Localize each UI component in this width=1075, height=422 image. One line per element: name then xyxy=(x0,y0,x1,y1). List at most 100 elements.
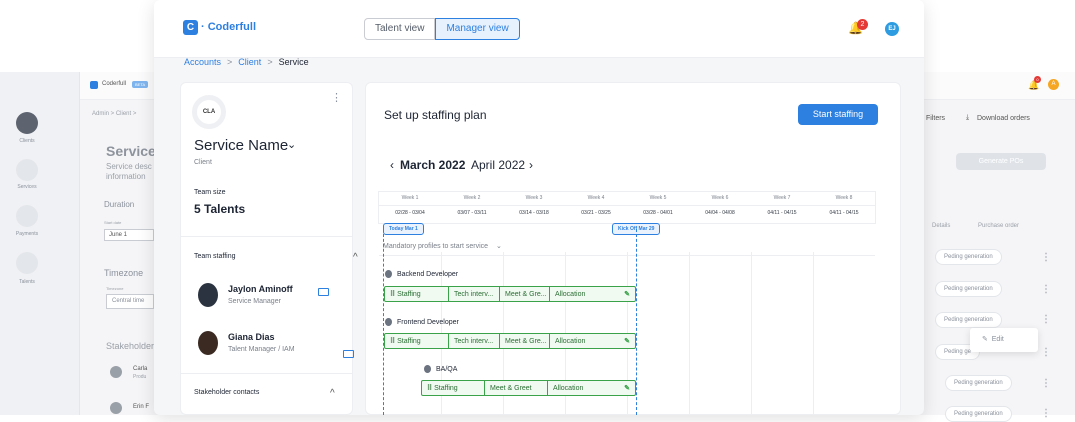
role-timeline[interactable]: ⠿ Staffing Tech interv... Meet & Gre... … xyxy=(384,286,636,302)
nav-clients[interactable]: Clients xyxy=(0,138,54,144)
breadcrumb-separator: > xyxy=(227,57,233,67)
nav-services[interactable]: Services xyxy=(0,184,54,190)
week-range: 03/21 - 03/25 xyxy=(581,210,611,216)
start-staffing-button[interactable]: Start staffing xyxy=(798,104,878,125)
person-icon xyxy=(385,318,392,326)
divider xyxy=(181,373,352,374)
row-menu-icon[interactable]: ⋮ xyxy=(1041,252,1051,263)
grid-column-line xyxy=(813,252,814,415)
mail-icon[interactable] xyxy=(318,288,329,296)
member-avatar xyxy=(198,331,218,355)
stage-meet-greet[interactable]: Meet & Gre... xyxy=(500,334,550,348)
mandatory-label[interactable]: Mandatory profiles to start service xyxy=(383,243,488,250)
bg-stakeholder-2-name: Erin F xyxy=(133,404,150,410)
header-divider xyxy=(379,205,875,206)
stage-tech-interview[interactable]: Tech interv... xyxy=(449,287,500,301)
person-icon xyxy=(424,365,431,373)
edit-menu-item[interactable]: Edit xyxy=(992,336,1004,343)
stakeholder-contacts-label: Stakeholder contacts xyxy=(194,389,260,396)
week-label: Week 2 xyxy=(463,195,481,201)
row-menu-icon[interactable]: ⋮ xyxy=(1041,314,1051,325)
stage-staffing[interactable]: ⠿ Staffing xyxy=(385,287,449,301)
bg-user-avatar[interactable]: A xyxy=(1048,79,1059,90)
breadcrumb-client[interactable]: Client xyxy=(238,57,261,67)
bg-avatar-2 xyxy=(110,402,122,414)
row-menu-icon[interactable]: ⋮ xyxy=(1041,284,1051,295)
edit-icon[interactable]: ✎ xyxy=(624,384,630,392)
breadcrumb-accounts[interactable]: Accounts xyxy=(184,57,221,67)
stage-meet-greet[interactable]: Meet & Greet xyxy=(485,381,548,395)
stage-allocation[interactable]: Allocation ✎ xyxy=(550,287,635,301)
edit-icon[interactable]: ✎ xyxy=(624,290,630,298)
user-avatar[interactable]: EJ xyxy=(885,22,899,36)
talents-icon[interactable] xyxy=(16,252,38,274)
role-timeline[interactable]: ⠿ Staffing Tech interv... Meet & Gre... … xyxy=(384,333,636,349)
edit-menu[interactable]: ✎ Edit xyxy=(970,328,1038,352)
bg-stakeholders-label: Stakeholder xyxy=(106,341,155,351)
edit-icon[interactable]: ✎ xyxy=(624,337,630,345)
role-label: Backend Developer xyxy=(385,270,458,278)
week-label: Week 4 xyxy=(587,195,605,201)
stage-staffing[interactable]: ⠿ Staffing xyxy=(422,381,485,395)
drag-handle-icon[interactable]: ⠿ xyxy=(427,384,432,392)
pencil-icon: ✎ xyxy=(982,336,988,343)
bg-logo-icon xyxy=(90,81,98,89)
week-range: 03/28 - 04/01 xyxy=(643,210,673,216)
stage-allocation[interactable]: Allocation ✎ xyxy=(550,334,635,348)
member-name: Jaylon Aminoff xyxy=(228,284,293,294)
team-staffing-label: Team staffing xyxy=(194,253,236,260)
next-month[interactable]: April 2022 xyxy=(471,158,525,172)
role-label: Frontend Developer xyxy=(385,318,459,326)
week-label: Week 8 xyxy=(835,195,853,201)
member-avatar xyxy=(198,283,218,307)
bg-breadcrumb[interactable]: Admin > Client > xyxy=(92,111,136,117)
chevron-left-icon[interactable]: ‹ xyxy=(390,158,394,172)
download-icon: ⤓ xyxy=(966,114,970,121)
services-icon[interactable] xyxy=(16,159,38,181)
chevron-down-icon[interactable]: ⌄ xyxy=(287,138,296,151)
bg-download-button[interactable]: Download orders xyxy=(977,115,1030,122)
team-size-value: 5 Talents xyxy=(194,202,246,216)
row-menu-icon[interactable]: ⋮ xyxy=(1041,347,1051,358)
stage-meet-greet[interactable]: Meet & Gre... xyxy=(500,287,550,301)
stage-staffing[interactable]: ⠿ Staffing xyxy=(385,334,449,348)
week-range: 04/11 - 04/15 xyxy=(829,210,859,216)
bg-filters-button[interactable]: Filters xyxy=(926,115,945,122)
today-line xyxy=(383,229,384,415)
talent-view-tab[interactable]: Talent view xyxy=(364,18,436,40)
manager-view-tab[interactable]: Manager view xyxy=(435,18,520,40)
mail-icon[interactable] xyxy=(343,350,354,358)
payments-icon[interactable] xyxy=(16,205,38,227)
row-menu-icon[interactable]: ⋮ xyxy=(1041,378,1051,389)
bg-start-date-field[interactable]: June 1 xyxy=(104,229,154,241)
bg-status-pill: Peding generation xyxy=(935,281,1002,297)
service-name[interactable]: Service Name xyxy=(194,137,288,154)
week-range: 04/11 - 04/15 xyxy=(767,210,797,216)
chevron-up-icon[interactable]: ^ xyxy=(330,388,335,399)
app-name[interactable]: · Coderfull xyxy=(201,21,256,33)
chevron-right-icon[interactable]: › xyxy=(529,158,533,172)
grid-column-line xyxy=(689,252,690,415)
drag-handle-icon[interactable]: ⠿ xyxy=(390,290,395,298)
kebab-menu-icon[interactable]: ⋮ xyxy=(331,91,342,104)
clients-icon[interactable] xyxy=(16,112,38,134)
stage-tech-interview[interactable]: Tech interv... xyxy=(449,334,500,348)
role-label: BA/QA xyxy=(424,365,457,373)
chevron-down-icon[interactable]: ⌄ xyxy=(496,242,502,250)
stage-allocation[interactable]: Allocation ✎ xyxy=(548,381,635,395)
role-name: Frontend Developer xyxy=(397,318,459,326)
bg-section-desc: Service desc xyxy=(106,162,152,171)
nav-payments[interactable]: Payments xyxy=(0,231,54,237)
bg-generate-button[interactable]: Generate POs xyxy=(956,153,1046,170)
bg-col-po: Purchase order xyxy=(978,223,1020,229)
chevron-up-icon[interactable]: ^ xyxy=(353,252,358,263)
nav-talents[interactable]: Talents xyxy=(0,279,54,285)
row-menu-icon[interactable]: ⋮ xyxy=(1041,408,1051,419)
notification-badge: 2 xyxy=(857,19,868,30)
member-role: Talent Manager / IAM xyxy=(228,346,295,353)
logo-icon: C xyxy=(183,20,198,35)
bg-timezone-field[interactable]: Central time xyxy=(106,294,154,309)
drag-handle-icon[interactable]: ⠿ xyxy=(390,337,395,345)
role-timeline[interactable]: ⠿ Staffing Meet & Greet Allocation ✎ xyxy=(421,380,636,396)
week-range: 03/14 - 03/18 xyxy=(519,210,549,216)
